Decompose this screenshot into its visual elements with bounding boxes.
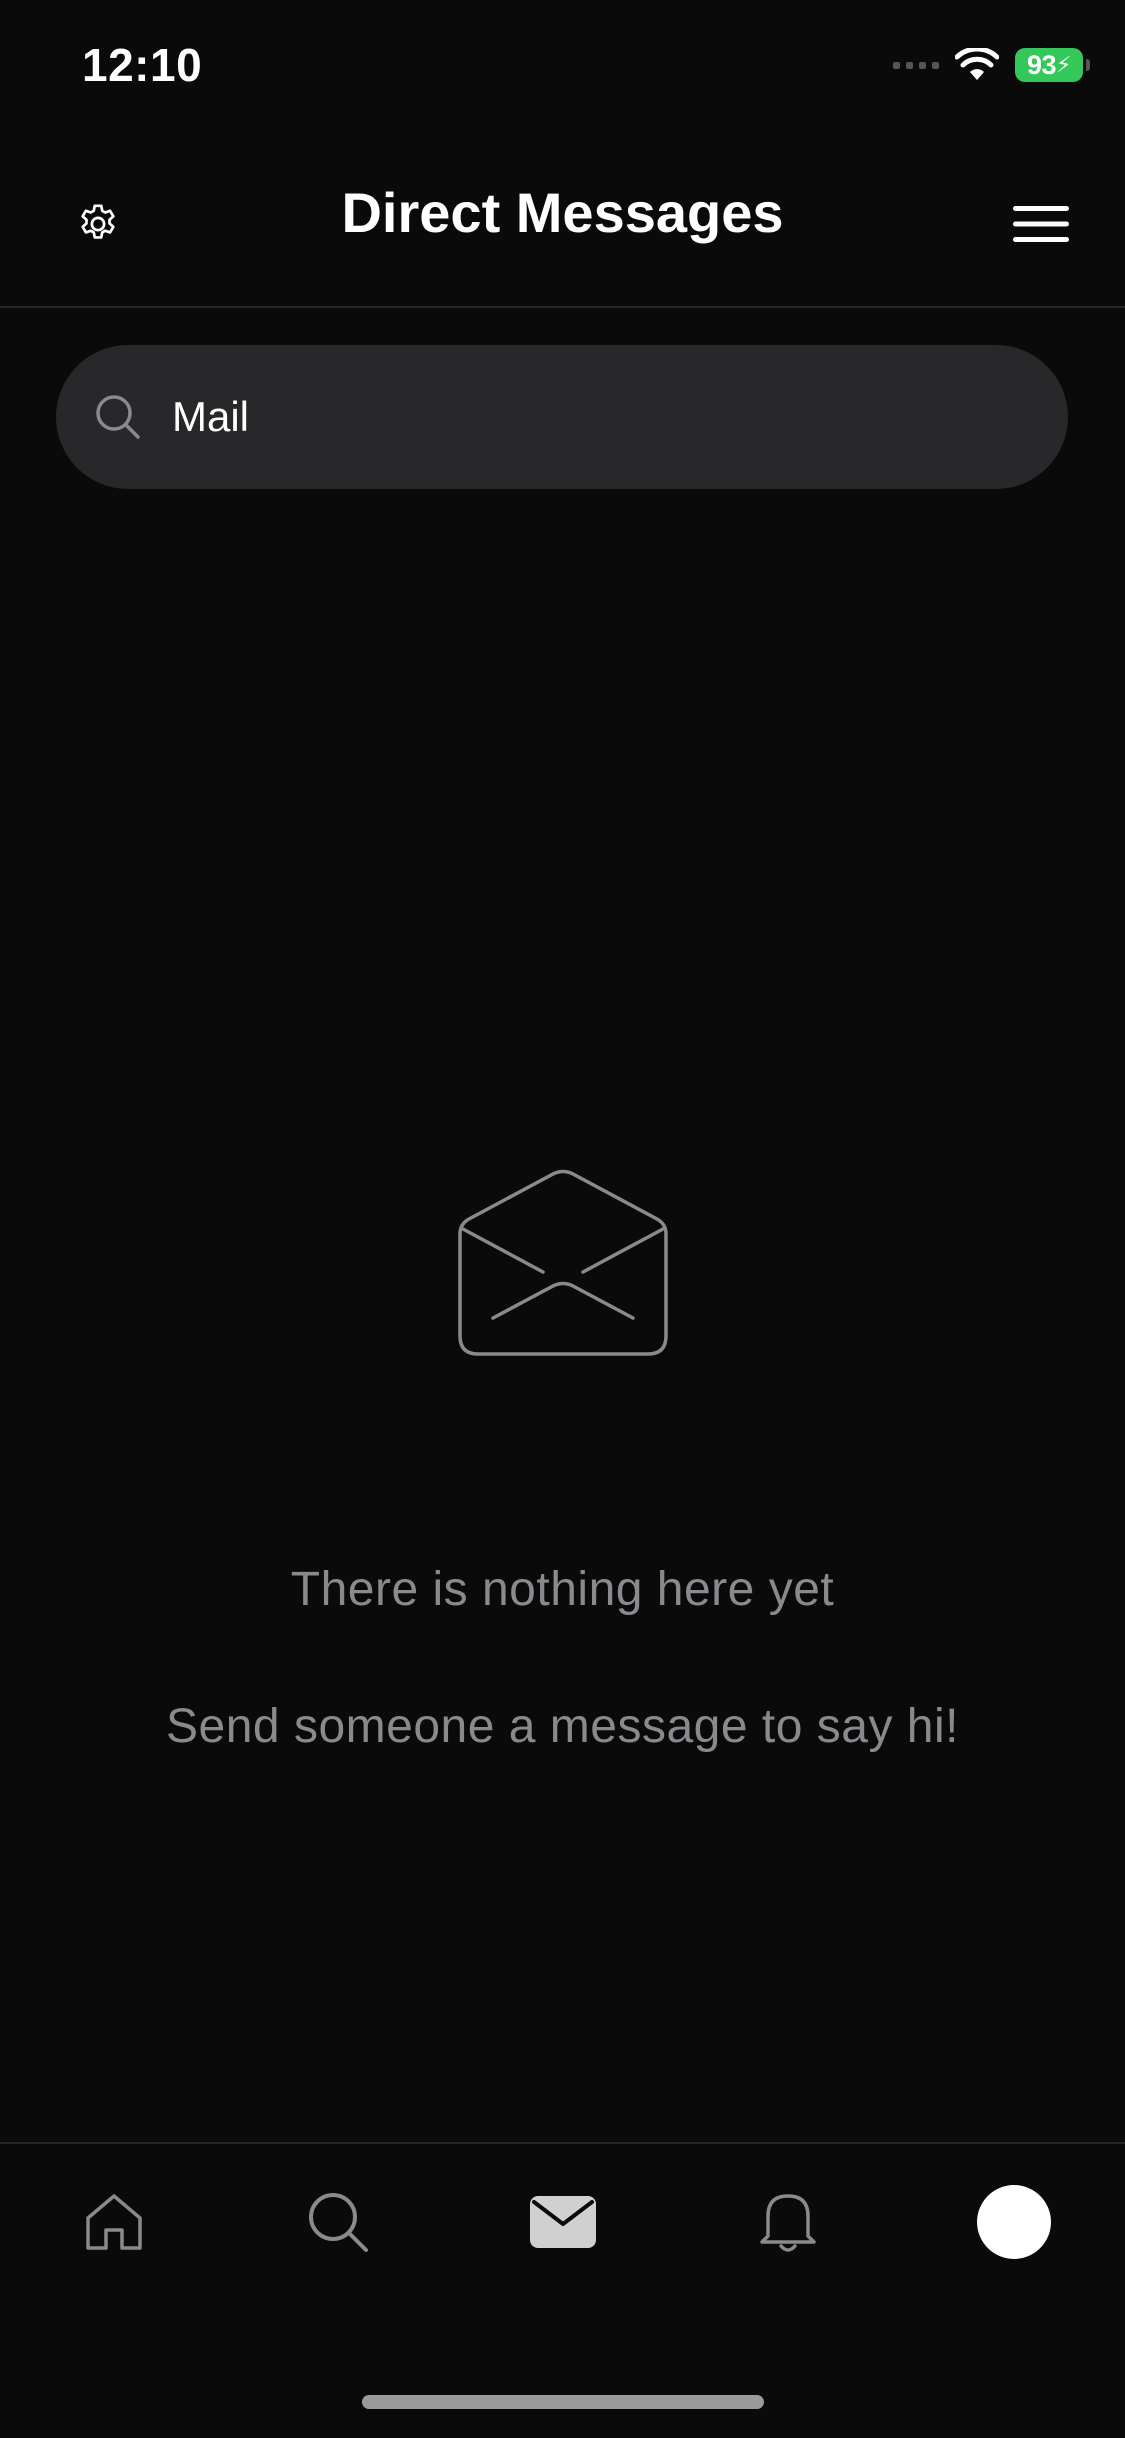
status-indicators: 93 ⚡ (893, 48, 1090, 82)
wifi-icon (955, 48, 999, 80)
search-bar[interactable] (56, 345, 1068, 489)
header: Direct Messages (0, 130, 1125, 308)
empty-state-title: There is nothing here yet (290, 1563, 835, 1616)
tab-profile[interactable] (966, 2174, 1062, 2270)
mail-icon (530, 2196, 596, 2248)
avatar (977, 2185, 1051, 2259)
search-input[interactable] (170, 366, 1068, 468)
page-title: Direct Messages (341, 181, 784, 244)
hamburger-menu-icon (1013, 206, 1069, 242)
open-envelope-icon (457, 1169, 668, 1356)
status-time: 12:10 (82, 39, 203, 91)
status-bar: 12:10 93 ⚡ (0, 0, 1125, 130)
charging-bolt-icon: ⚡ (1056, 52, 1071, 77)
tab-messages[interactable] (515, 2174, 611, 2270)
search-icon (309, 2193, 368, 2252)
home-icon (86, 2194, 142, 2250)
tab-bar (0, 2142, 1125, 2438)
home-indicator[interactable] (362, 2395, 764, 2409)
menu-button[interactable] (1005, 188, 1077, 260)
tab-notifications[interactable] (740, 2174, 836, 2270)
empty-state: There is nothing here yet Send someone a… (0, 1140, 1125, 1754)
tab-search[interactable] (290, 2174, 386, 2270)
battery-indicator: 93 ⚡ (1015, 48, 1090, 82)
search-icon (90, 389, 146, 445)
bell-icon (760, 2194, 816, 2252)
tab-home[interactable] (66, 2174, 162, 2270)
cellular-signal-icon (893, 61, 939, 69)
battery-level: 93 (1027, 49, 1057, 80)
empty-state-subtitle: Send someone a message to say hi! (166, 1700, 959, 1753)
